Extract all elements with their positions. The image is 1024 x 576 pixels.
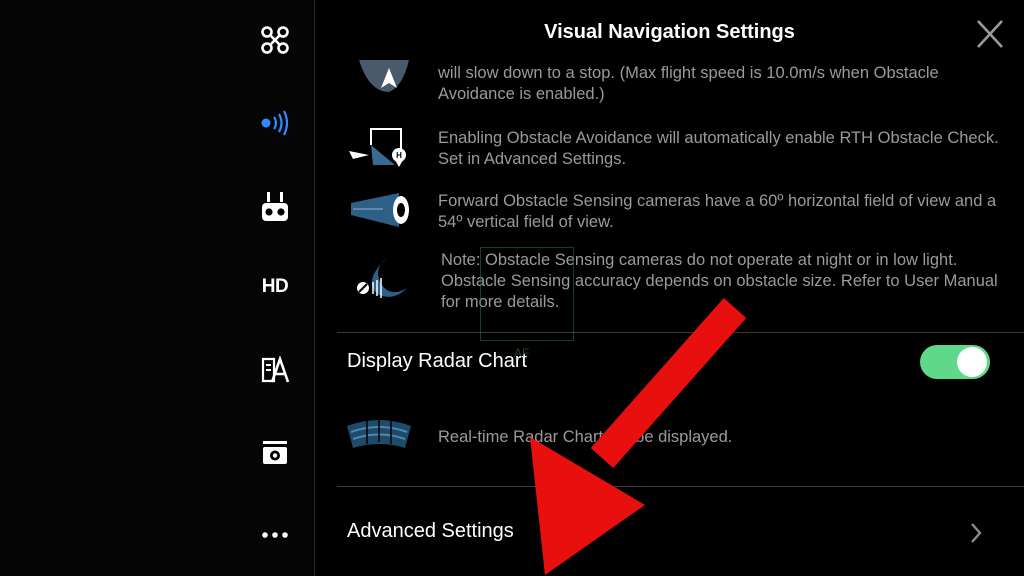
night-sensing-icon	[357, 258, 407, 298]
note-text: Note: Obstacle Sensing cameras do not op…	[441, 251, 998, 311]
sidebar-item-visual-navigation[interactable]	[248, 103, 302, 143]
sidebar-item-more[interactable]	[248, 515, 302, 555]
close-button[interactable]	[970, 17, 1010, 53]
sidebar-item-hd-link[interactable]: HD	[248, 267, 302, 307]
display-radar-chart-label: Display Radar Chart	[347, 350, 528, 372]
sidebar-item-aircraft[interactable]	[248, 20, 302, 60]
divider	[337, 332, 1024, 333]
rth-obstacle-icon: H	[349, 128, 406, 167]
battery-flight-icon	[261, 356, 290, 383]
advanced-settings-label: Advanced Settings	[347, 520, 514, 542]
close-icon	[977, 20, 1003, 48]
toggle-knob	[957, 347, 987, 377]
divider	[337, 486, 1024, 487]
hd-icon: HD	[261, 276, 289, 297]
visual-navigation-panel: Visual Navigation Settings will slow dow…	[315, 0, 1024, 576]
sidebar-item-camera[interactable]	[248, 432, 302, 472]
rth-text: Enabling Obstacle Avoidance will automat…	[438, 129, 999, 168]
more-icon	[262, 532, 288, 538]
sidebar-item-remote-controller[interactable]	[248, 187, 302, 227]
radar-chart-icon	[347, 418, 411, 448]
camera-fov-icon	[351, 193, 409, 227]
settings-sidebar: HD	[0, 0, 315, 576]
af-label: AF	[514, 346, 530, 360]
radar-text: Real-time Radar Chart will be displayed.	[438, 428, 733, 446]
radar-chart-toggle[interactable]	[920, 345, 990, 379]
drone-icon	[261, 26, 289, 54]
svg-text:H: H	[396, 151, 402, 160]
chevron-right-icon	[971, 523, 982, 543]
remote-controller-icon	[262, 192, 288, 221]
navigation-arrow-icon	[359, 60, 409, 92]
camera-icon	[263, 441, 287, 464]
advanced-settings-row[interactable]: Advanced Settings	[315, 488, 1024, 576]
sidebar-item-battery[interactable]	[248, 350, 302, 390]
page-title: Visual Navigation Settings	[544, 21, 795, 43]
max-speed-text: will slow down to a stop. (Max flight sp…	[438, 64, 939, 103]
fov-text: Forward Obstacle Sensing cameras have a …	[438, 192, 997, 231]
sensor-signal-icon	[261, 110, 289, 136]
